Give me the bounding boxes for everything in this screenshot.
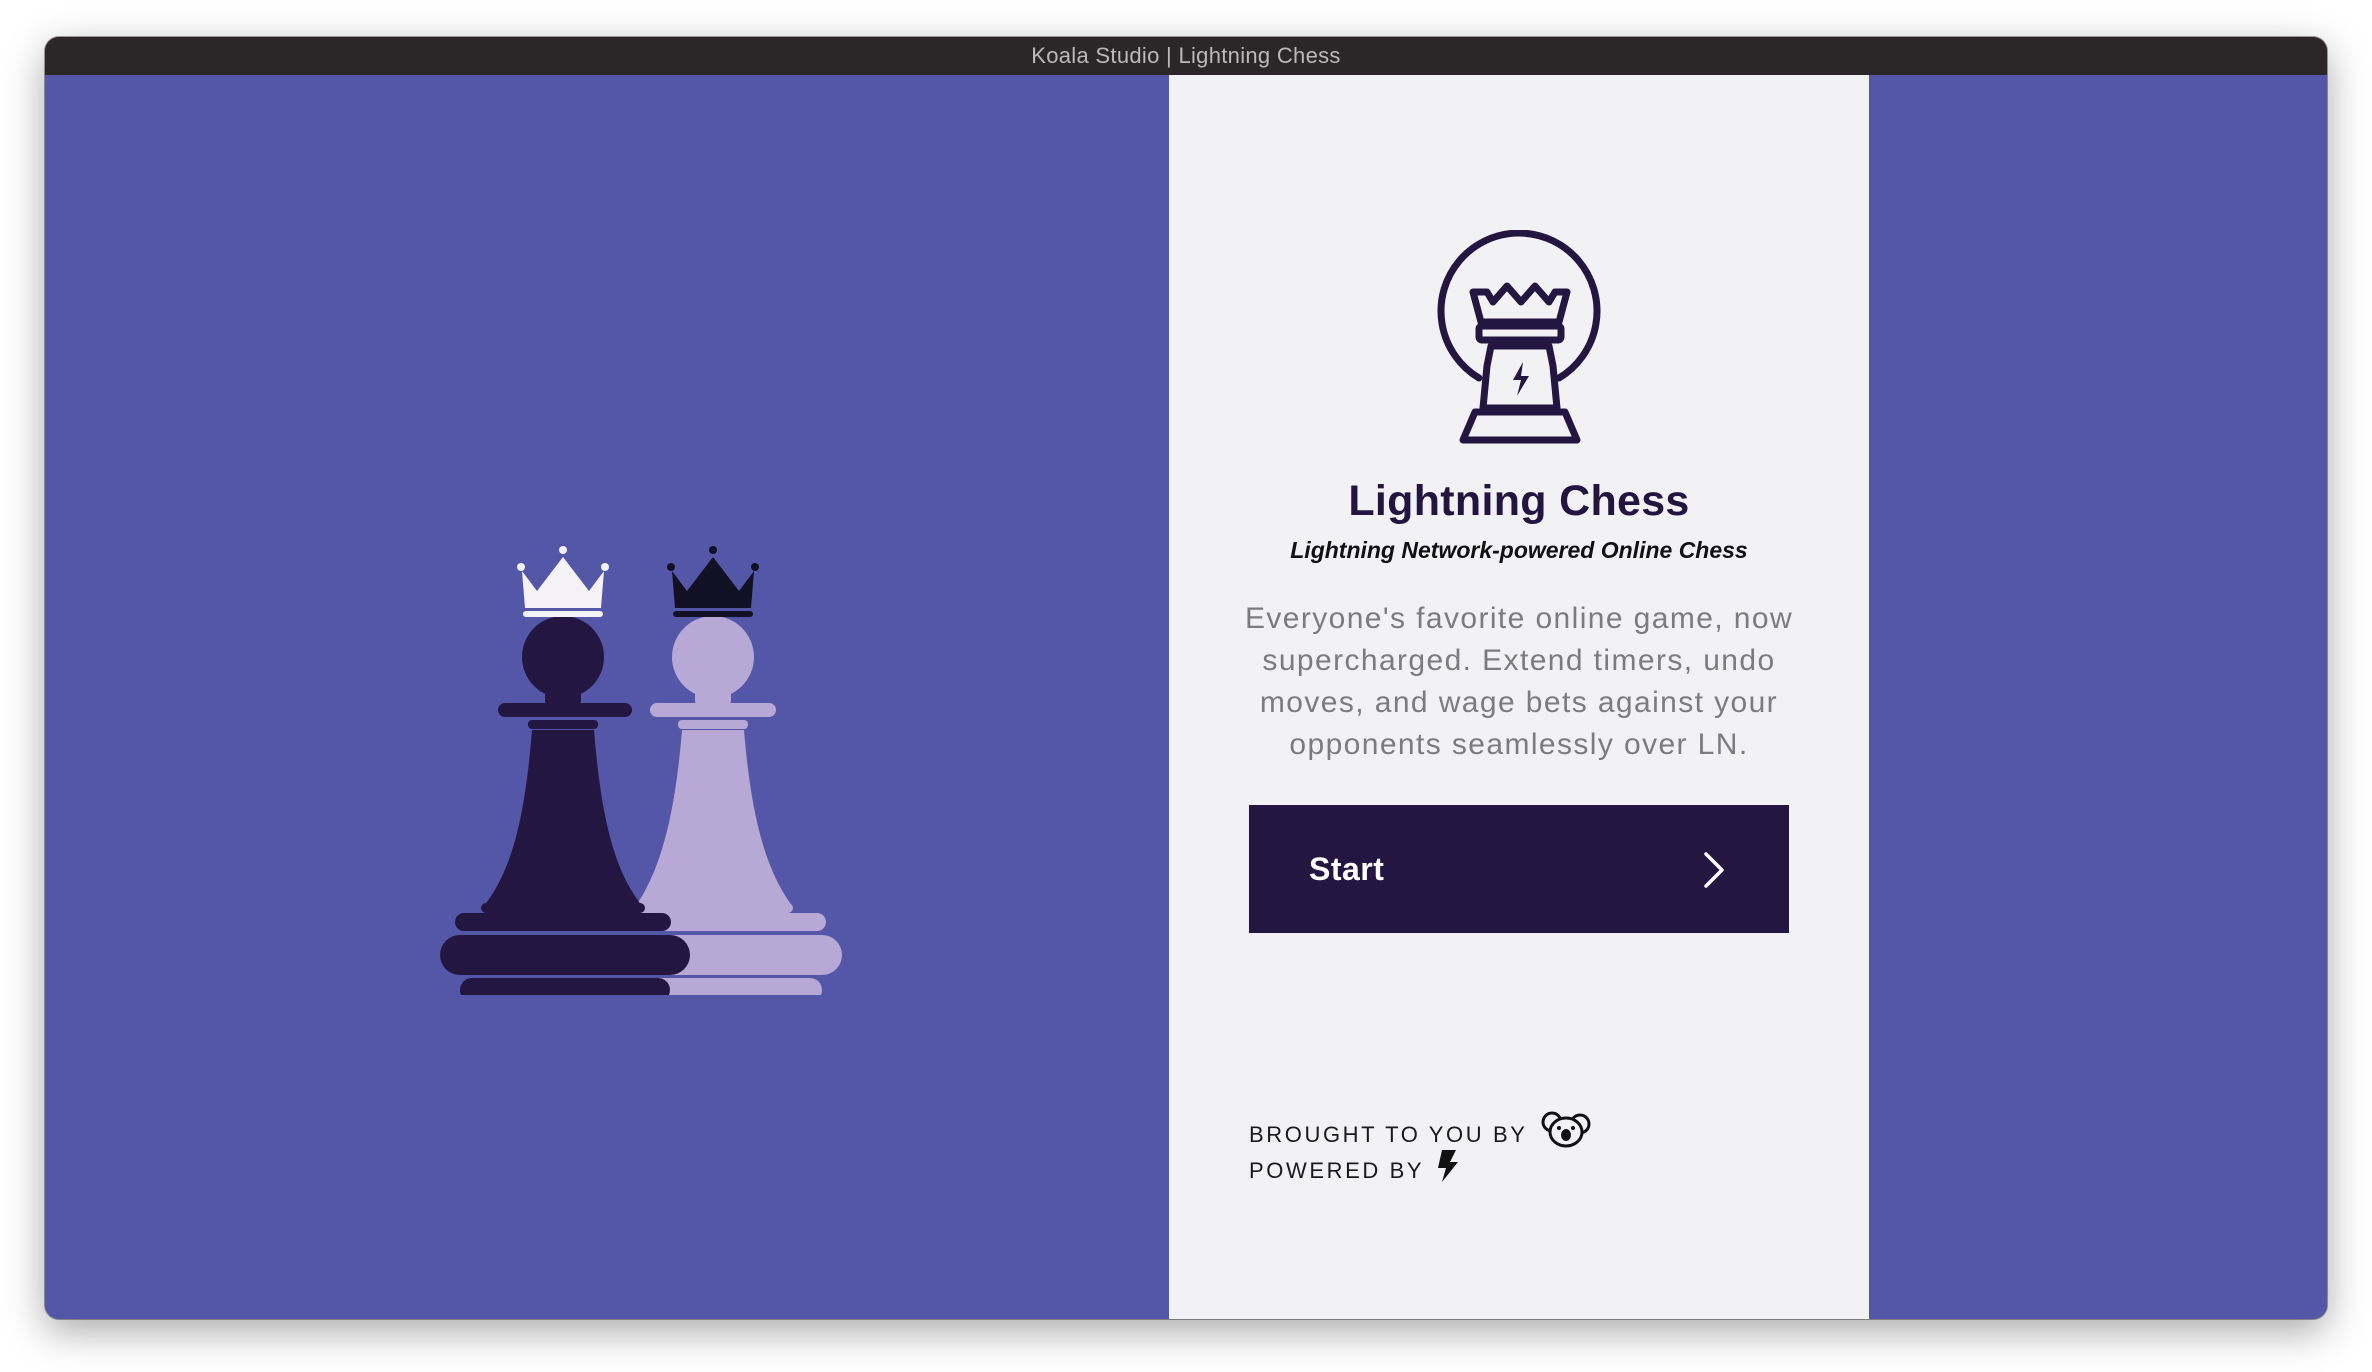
koala-icon xyxy=(1540,1110,1592,1161)
app-window: Koala Studio | Lightning Chess Lightning… xyxy=(45,37,2327,1319)
app-title: Lightning Chess xyxy=(1348,477,1690,525)
main-content: Lightning Chess Lightning Network-powere… xyxy=(45,75,2327,1319)
welcome-panel: Lightning Chess Lightning Network-powere… xyxy=(1169,75,1869,1319)
white-crown xyxy=(517,546,609,617)
app-subtitle: Lightning Network-powered Online Chess xyxy=(1290,537,1748,563)
credits: BROUGHT TO YOU BY POWERED BY xyxy=(1249,1111,1592,1189)
powered-by-label: POWERED BY xyxy=(1249,1158,1425,1183)
dark-pawn xyxy=(440,616,690,995)
black-crown xyxy=(667,546,759,617)
window-title: Koala Studio | Lightning Chess xyxy=(45,37,2327,75)
start-button-label: Start xyxy=(1309,851,1385,887)
brought-by-label: BROUGHT TO YOU BY xyxy=(1249,1122,1528,1147)
brought-by-line: BROUGHT TO YOU BY xyxy=(1249,1111,1592,1153)
hero-illustration xyxy=(395,495,855,995)
start-button[interactable]: Start xyxy=(1249,805,1789,933)
lightning-rook-logo-icon xyxy=(1431,229,1607,452)
app-description: Everyone's favorite online game, now sup… xyxy=(1244,602,1794,761)
chevron-right-icon xyxy=(1699,850,1729,890)
chess-pawns-illustration xyxy=(440,546,842,995)
lightning-bolt-icon xyxy=(1436,1148,1460,1195)
